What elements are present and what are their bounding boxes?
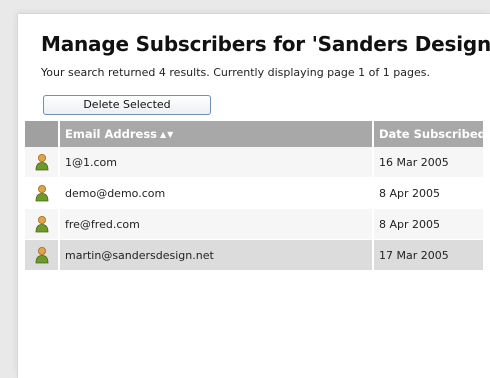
user-icon [35,154,48,171]
row-icon-cell [25,209,60,240]
delete-selected-button[interactable]: Delete Selected [43,95,211,115]
row-icon-cell [25,240,60,271]
page-title: Manage Subscribers for 'Sanders Design' [41,32,490,56]
subscribers-table: Email Address ▲▼ Date Subscribed 1@1.com … [25,121,485,271]
table-row[interactable]: martin@sandersdesign.net 17 Mar 2005 [25,240,485,271]
table-row[interactable]: demo@demo.com 8 Apr 2005 [25,178,485,209]
row-icon-cell [25,178,60,209]
date-cell: 8 Apr 2005 [374,178,485,209]
search-summary: Your search returned 4 results. Currentl… [41,66,430,79]
icon-column-header [25,121,60,147]
email-cell[interactable]: 1@1.com [60,147,374,178]
row-icon-cell [25,147,60,178]
date-cell: 17 Mar 2005 [374,240,485,271]
sort-arrows-icon[interactable]: ▲▼ [160,130,174,139]
email-cell[interactable]: martin@sandersdesign.net [60,240,374,271]
user-icon [35,247,48,264]
date-column-header[interactable]: Date Subscribed [374,121,485,147]
date-cell: 16 Mar 2005 [374,147,485,178]
email-cell[interactable]: demo@demo.com [60,178,374,209]
email-cell[interactable]: fre@fred.com [60,209,374,240]
user-icon [35,185,48,202]
table-row[interactable]: fre@fred.com 8 Apr 2005 [25,209,485,240]
date-cell: 8 Apr 2005 [374,209,485,240]
table-header-row: Email Address ▲▼ Date Subscribed [25,121,485,147]
email-column-header[interactable]: Email Address ▲▼ [60,121,374,147]
email-header-label: Email Address [65,127,158,141]
user-icon [35,216,48,233]
table-row[interactable]: 1@1.com 16 Mar 2005 [25,147,485,178]
